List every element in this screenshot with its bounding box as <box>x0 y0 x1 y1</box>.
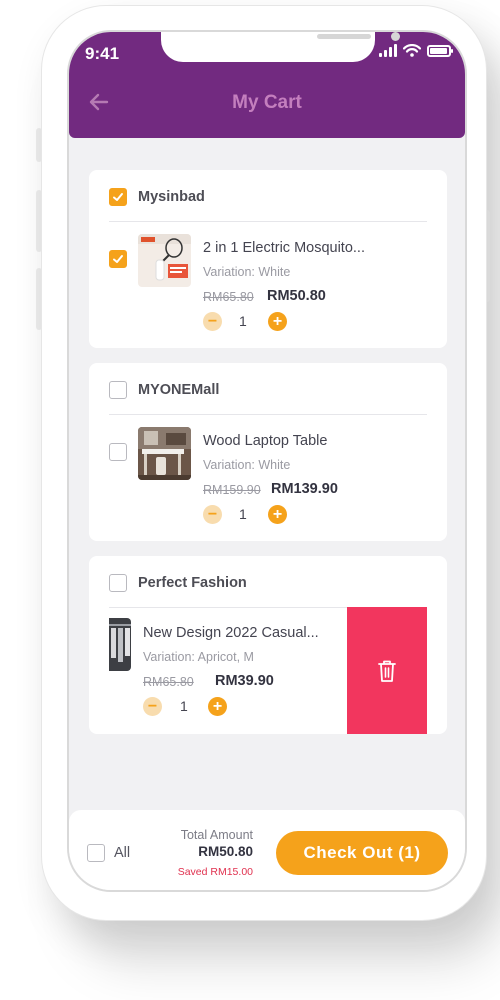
delete-item-button[interactable] <box>347 607 427 734</box>
sale-price: RM39.90 <box>215 673 274 689</box>
product-image[interactable] <box>109 618 131 671</box>
screen: 9:41 My Cart Mysinbad 2 in 1 Electric Mo… <box>67 30 467 892</box>
product-image[interactable] <box>138 427 191 480</box>
product-name[interactable]: New Design 2022 Casual... <box>143 625 319 641</box>
shop-name[interactable]: Mysinbad <box>138 189 205 205</box>
saved-amount: Saved RM15.00 <box>177 866 253 878</box>
check-icon <box>113 193 123 201</box>
product-variation[interactable]: Variation: White <box>203 458 290 472</box>
item-checkbox[interactable] <box>109 443 127 461</box>
status-time: 9:41 <box>85 44 120 63</box>
shop-checkbox[interactable] <box>109 381 127 399</box>
sale-price: RM50.80 <box>267 288 326 304</box>
shop-card: Perfect Fashion New Design 2022 Casual..… <box>89 556 447 734</box>
wifi-icon <box>403 44 421 57</box>
quantity-value: 1 <box>180 698 188 714</box>
page-title: My Cart <box>232 92 302 113</box>
product-variation[interactable]: Variation: Apricot, M <box>143 650 254 664</box>
increase-qty-button[interactable]: + <box>208 697 227 716</box>
product-name[interactable]: 2 in 1 Electric Mosquito... <box>203 240 365 256</box>
trash-icon <box>378 660 396 682</box>
decrease-qty-button[interactable]: − <box>203 505 222 524</box>
checkout-bar: All Total Amount RM50.80 Saved RM15.00 C… <box>69 810 465 890</box>
sale-price: RM139.90 <box>271 481 338 497</box>
quantity-value: 1 <box>239 506 247 522</box>
shop-card: MYONEMall Wood Laptop Table Variation: W… <box>89 363 447 541</box>
notch <box>161 32 400 62</box>
total-amount-label: Total Amount <box>180 828 253 842</box>
product-name[interactable]: Wood Laptop Table <box>203 433 327 449</box>
shop-checkbox[interactable] <box>109 188 127 206</box>
total-amount-value: RM50.80 <box>198 844 253 859</box>
product-variation[interactable]: Variation: White <box>203 265 290 279</box>
decrease-qty-button[interactable]: − <box>143 697 162 716</box>
select-all-label[interactable]: All <box>114 845 130 861</box>
divider <box>109 414 427 415</box>
increase-qty-button[interactable]: + <box>268 312 287 331</box>
increase-qty-button[interactable]: + <box>268 505 287 524</box>
shop-name[interactable]: MYONEMall <box>138 382 219 398</box>
decrease-qty-button[interactable]: − <box>203 312 222 331</box>
battery-icon <box>427 44 453 57</box>
item-checkbox[interactable] <box>109 250 127 268</box>
shop-checkbox[interactable] <box>109 574 127 592</box>
signal-icon <box>379 44 397 57</box>
app-header: 9:41 My Cart <box>69 32 465 138</box>
original-price: RM159.90 <box>203 483 261 497</box>
select-all-checkbox[interactable] <box>87 844 105 862</box>
divider <box>109 221 427 222</box>
shop-name[interactable]: Perfect Fashion <box>138 575 247 591</box>
speaker <box>317 34 371 39</box>
camera <box>391 32 400 41</box>
original-price: RM65.80 <box>143 675 194 689</box>
status-icons <box>379 44 453 57</box>
shop-card: Mysinbad 2 in 1 Electric Mosquito... Var… <box>89 170 447 348</box>
quantity-value: 1 <box>239 313 247 329</box>
swiped-cart-item[interactable]: New Design 2022 Casual... Variation: Apr… <box>109 607 447 734</box>
checkout-button[interactable]: Check Out (1) <box>276 831 448 875</box>
original-price: RM65.80 <box>203 290 254 304</box>
product-image[interactable] <box>138 234 191 287</box>
check-icon <box>113 255 123 263</box>
